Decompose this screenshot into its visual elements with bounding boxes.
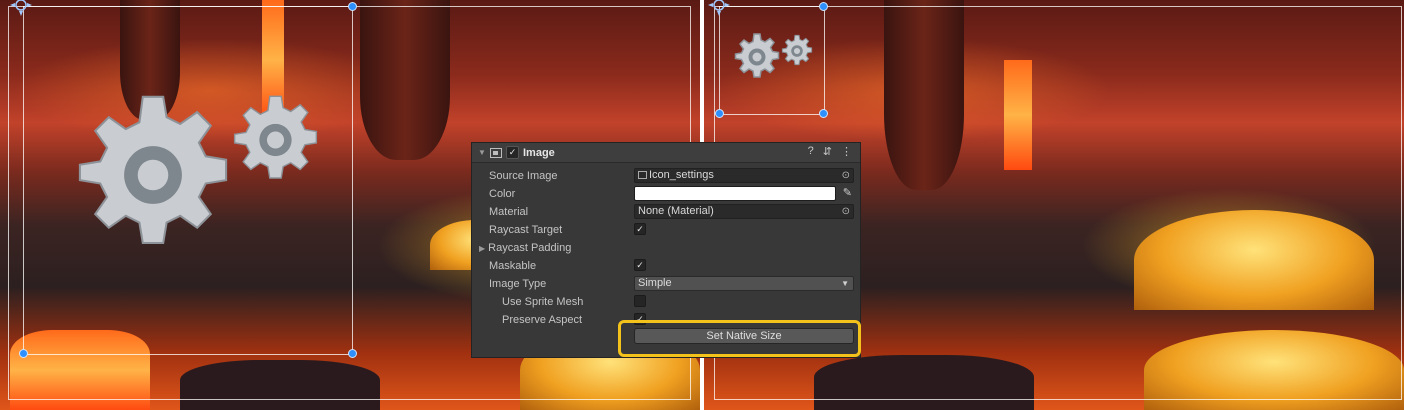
maskable-label: Maskable xyxy=(489,260,537,272)
chevron-down-icon: ▼ xyxy=(841,279,849,288)
color-row: Color ✎ xyxy=(472,185,860,203)
raycast-target-row: Raycast Target ✓ xyxy=(472,221,860,239)
eyedropper-icon[interactable]: ✎ xyxy=(843,186,852,199)
image-type-row: Image Type Simple ▼ xyxy=(472,275,860,293)
pivot-anchor-icon[interactable] xyxy=(708,0,730,16)
raycast-target-label: Raycast Target xyxy=(489,224,563,236)
material-value: None (Material) xyxy=(638,205,714,217)
collapse-arrow-icon[interactable]: ▼ xyxy=(478,148,486,157)
maskable-checkbox[interactable]: ✓ xyxy=(634,259,646,271)
source-image-field[interactable]: Icon_settings ⊙ xyxy=(634,168,854,183)
gear-icon xyxy=(228,90,323,190)
image-type-label: Image Type xyxy=(489,278,547,290)
rect-handle[interactable] xyxy=(819,109,828,118)
raycast-padding-label: ▶ Raycast Padding xyxy=(479,242,572,254)
component-enabled-checkbox[interactable]: ✓ xyxy=(506,146,519,159)
image-type-value: Simple xyxy=(638,277,672,289)
rect-handle[interactable] xyxy=(348,2,357,11)
raycast-target-checkbox[interactable]: ✓ xyxy=(634,223,646,235)
expand-arrow-icon[interactable]: ▶ xyxy=(479,244,485,253)
material-row: Material None (Material) ⊙ xyxy=(472,203,860,221)
gear-icon xyxy=(732,28,782,86)
callout-highlight xyxy=(618,320,861,357)
object-picker-icon[interactable]: ⊙ xyxy=(842,205,850,218)
rect-handle[interactable] xyxy=(348,349,357,358)
gear-icon xyxy=(68,80,238,270)
preset-icon[interactable]: ⇵ xyxy=(823,145,832,158)
source-image-value: Icon_settings xyxy=(649,169,714,181)
color-swatch[interactable] xyxy=(634,186,836,201)
source-image-row: Source Image Icon_settings ⊙ xyxy=(472,167,860,185)
gear-icon xyxy=(780,32,814,70)
rect-handle[interactable] xyxy=(19,349,28,358)
component-header[interactable]: ▼ ✓ Image ? ⇵ ⋮ xyxy=(472,143,860,163)
use-sprite-mesh-checkbox[interactable] xyxy=(634,295,646,307)
use-sprite-mesh-label: Use Sprite Mesh xyxy=(502,296,584,308)
preserve-aspect-label: Preserve Aspect xyxy=(502,314,583,326)
sprite-icon xyxy=(638,171,647,179)
material-label: Material xyxy=(489,206,529,218)
object-picker-icon[interactable]: ⊙ xyxy=(842,169,850,182)
image-component-icon xyxy=(490,147,502,158)
color-label: Color xyxy=(489,188,516,200)
use-sprite-mesh-row: Use Sprite Mesh xyxy=(472,293,860,311)
maskable-row: Maskable ✓ xyxy=(472,257,860,275)
image-type-dropdown[interactable]: Simple ▼ xyxy=(634,276,854,291)
rect-handle[interactable] xyxy=(819,2,828,11)
help-icon[interactable]: ? xyxy=(808,145,814,158)
raycast-padding-row[interactable]: ▶ Raycast Padding xyxy=(472,239,860,257)
source-image-label: Source Image xyxy=(489,170,558,182)
pivot-anchor-icon[interactable] xyxy=(10,0,32,16)
header-actions: ? ⇵ ⋮ xyxy=(808,145,852,158)
context-menu-icon[interactable]: ⋮ xyxy=(841,145,852,158)
component-title: Image xyxy=(523,146,555,159)
rect-handle[interactable] xyxy=(715,109,724,118)
material-field[interactable]: None (Material) ⊙ xyxy=(634,204,854,219)
